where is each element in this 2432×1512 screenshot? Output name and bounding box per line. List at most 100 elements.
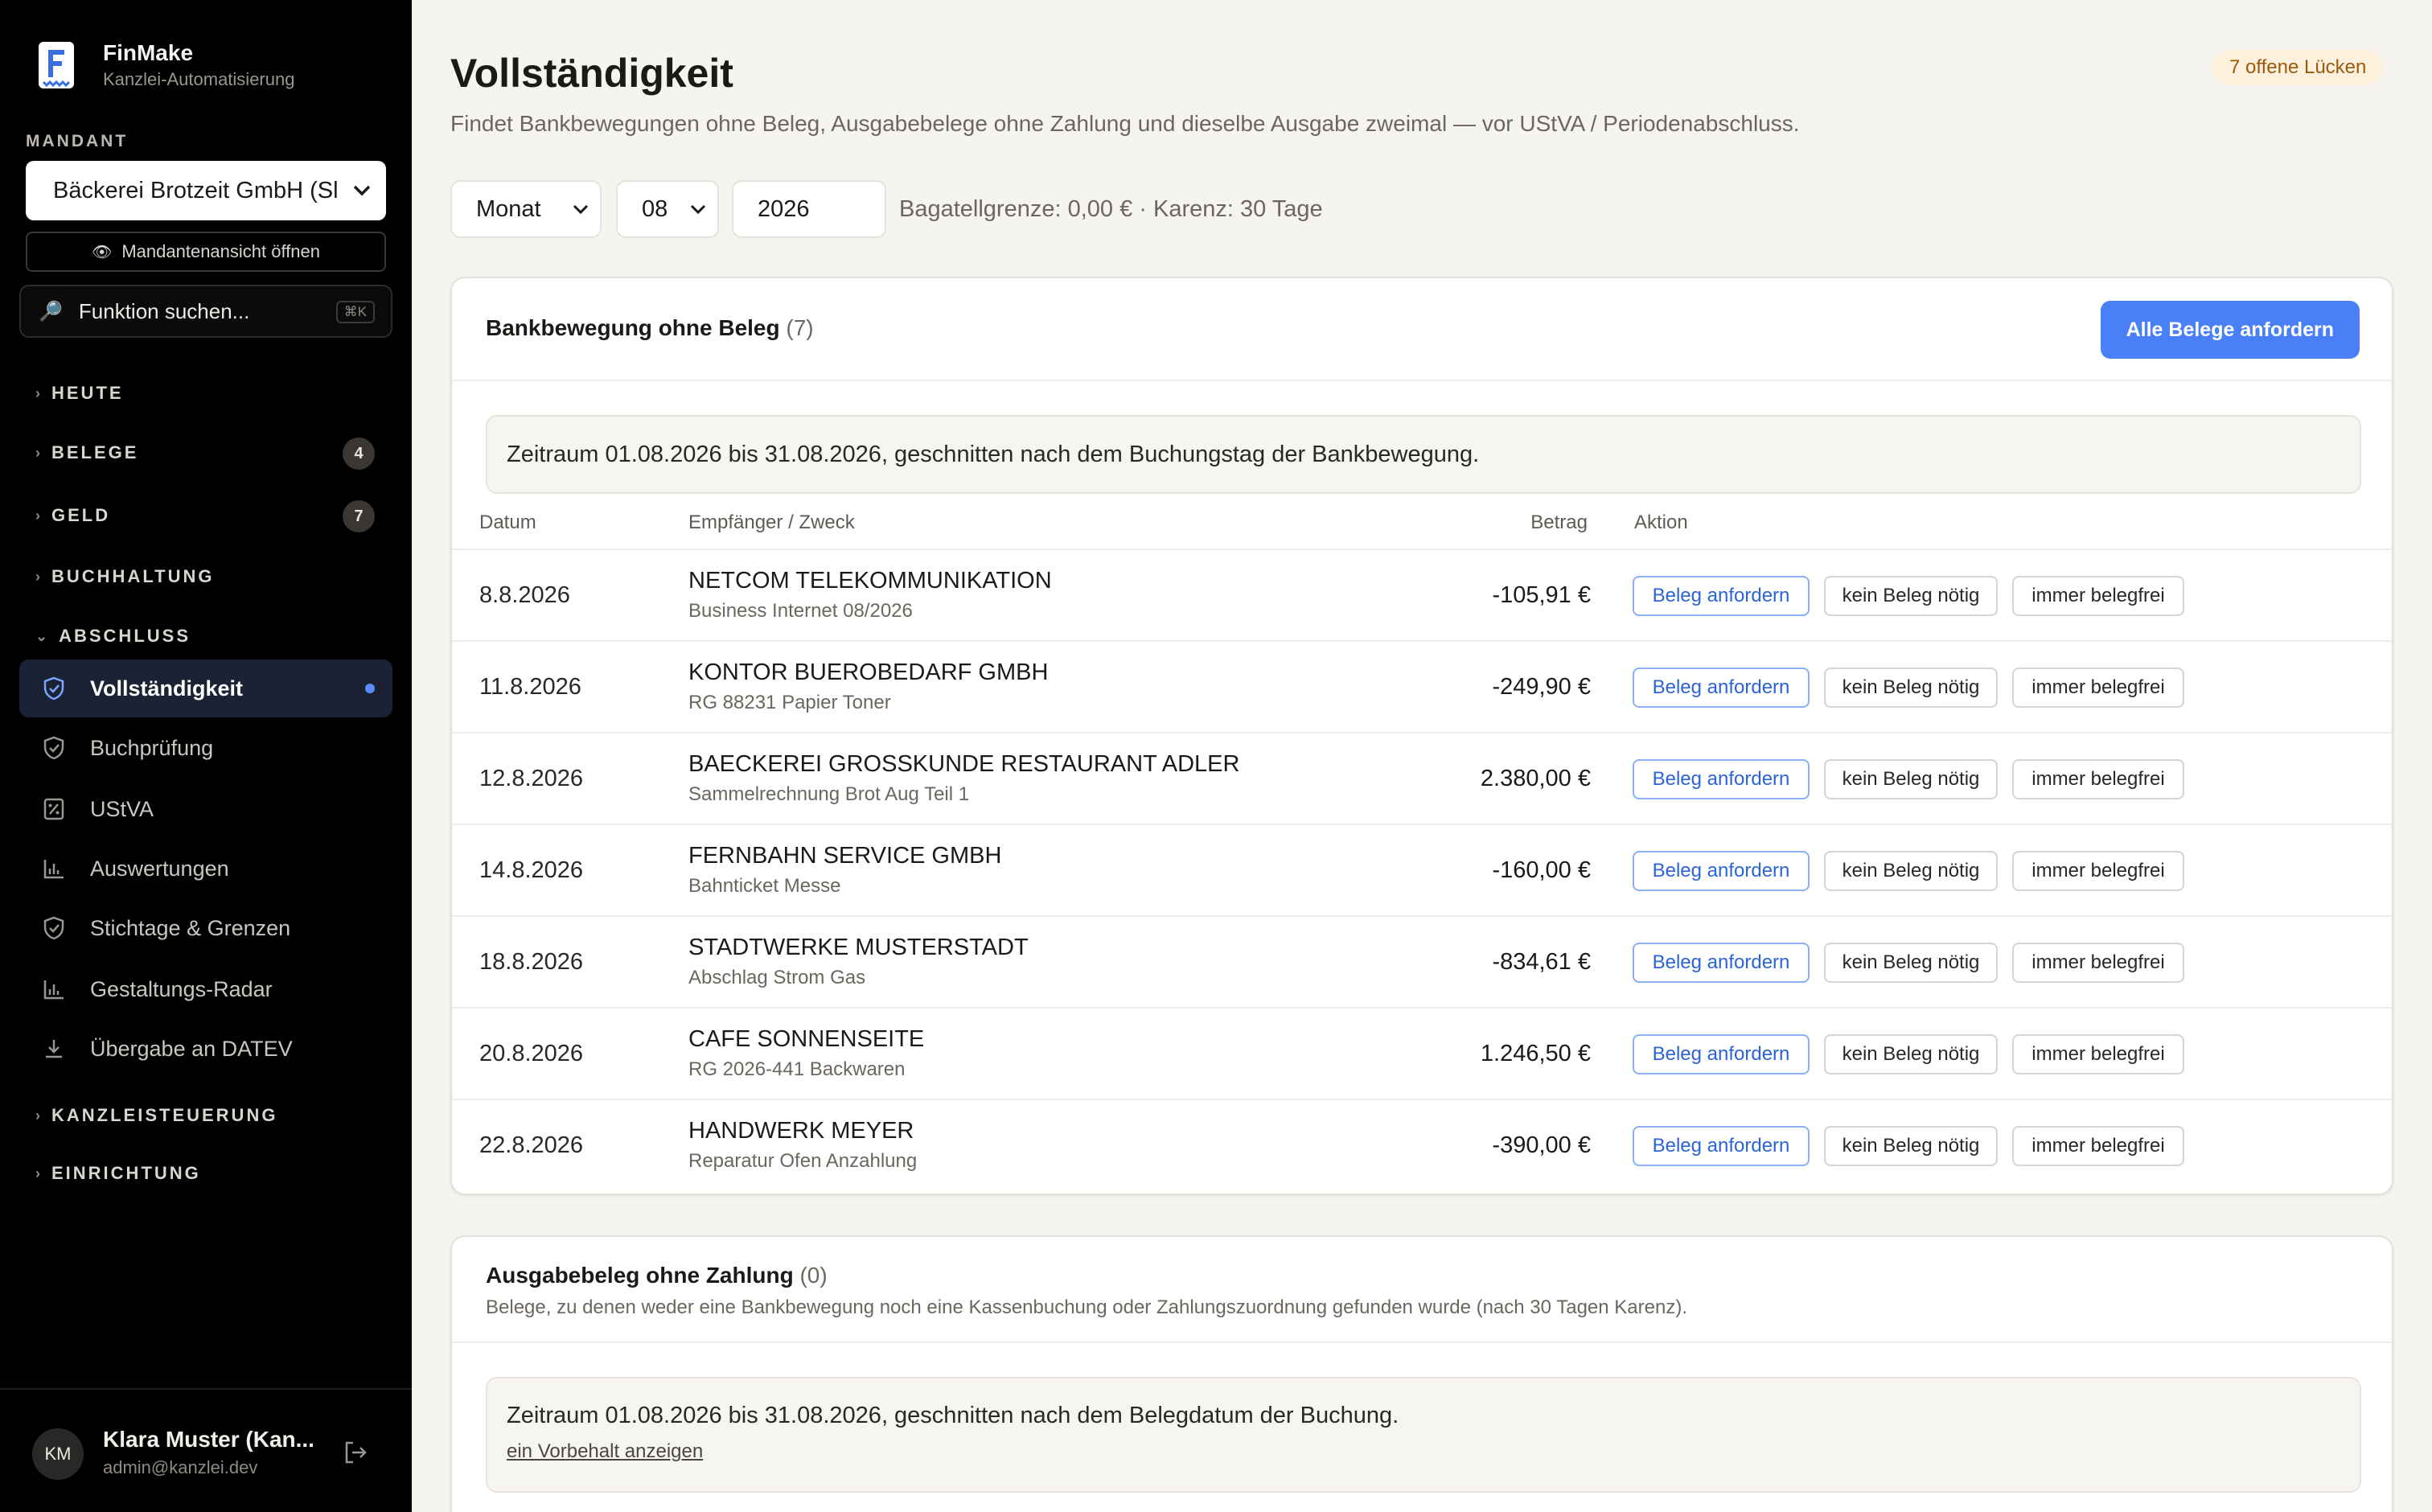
nav-item-stichtage[interactable]: Stichtage & Grenzen xyxy=(19,899,392,957)
user-name: Klara Muster (Kan... xyxy=(103,1427,314,1452)
nav-group-kanzleisteuerung[interactable]: › KANZLEISTEUERUNG xyxy=(35,1105,277,1126)
nav-group-label: GELD xyxy=(51,505,111,525)
open-mandant-view-button[interactable]: 👁 Mandantenansicht öffnen xyxy=(26,232,386,272)
chevron-down-icon xyxy=(346,161,378,220)
bar-chart-icon xyxy=(42,857,66,881)
nav-group-label: EINRICHTUNG xyxy=(51,1163,201,1183)
always-receipt-free-button[interactable]: immer belegfrei xyxy=(2012,851,2184,891)
year-input[interactable]: 2026 xyxy=(732,180,886,238)
row-purpose: Business Internet 08/2026 xyxy=(688,600,913,622)
always-receipt-free-button[interactable]: immer belegfrei xyxy=(2012,1126,2184,1166)
period-type-value: Monat xyxy=(476,195,541,222)
function-search-input[interactable]: 🔎 Funktion suchen... ⌘K xyxy=(19,285,392,338)
row-payee: KONTOR BUEROBEDARF GMBH xyxy=(688,659,1049,685)
request-receipt-button[interactable]: Beleg anfordern xyxy=(1633,668,1810,708)
request-receipt-button[interactable]: Beleg anfordern xyxy=(1633,576,1810,616)
row-date: 22.8.2026 xyxy=(479,1132,584,1158)
row-amount: 1.246,50 € xyxy=(1480,1041,1591,1066)
chevron-down-icon: ⌄ xyxy=(35,627,48,644)
percent-icon xyxy=(42,797,66,821)
brand-name: FinMake xyxy=(103,40,194,65)
row-purpose: RG 2026-441 Backwaren xyxy=(688,1058,906,1080)
month-select[interactable]: 08 xyxy=(616,180,719,238)
always-receipt-free-button[interactable]: immer belegfrei xyxy=(2012,759,2184,799)
row-payee: HANDWERK MEYER xyxy=(688,1118,914,1144)
nav-item-uebergabe-datev[interactable]: Übergabe an DATEV xyxy=(19,1020,392,1078)
request-receipt-button[interactable]: Beleg anfordern xyxy=(1633,759,1810,799)
always-receipt-free-button[interactable]: immer belegfrei xyxy=(2012,943,2184,983)
row-purpose: Reparatur Ofen Anzahlung xyxy=(688,1150,918,1172)
request-all-receipts-button[interactable]: Alle Belege anfordern xyxy=(2100,301,2360,359)
expense-without-payment-card: Ausgabebeleg ohne Zahlung (0) Belege, zu… xyxy=(450,1235,2393,1512)
always-receipt-free-button[interactable]: immer belegfrei xyxy=(2012,668,2184,708)
chevron-right-icon: › xyxy=(35,507,40,524)
nav-item-label: Stichtage & Grenzen xyxy=(90,915,291,940)
table-row: 8.8.2026 NETCOM TELEKOMMUNIKATION Business… xyxy=(452,549,2392,640)
row-date: 14.8.2026 xyxy=(479,857,584,883)
chevron-right-icon: › xyxy=(35,384,40,401)
row-purpose: Bahnticket Messe xyxy=(688,875,841,897)
nav-item-label: Gestaltungs-Radar xyxy=(90,976,273,1001)
logout-icon[interactable] xyxy=(341,1438,370,1467)
period-note: Zeitraum 01.08.2026 bis 31.08.2026, gesc… xyxy=(486,415,2361,494)
download-icon xyxy=(42,1037,66,1061)
always-receipt-free-button[interactable]: immer belegfrei xyxy=(2012,1034,2184,1074)
always-receipt-free-button[interactable]: immer belegfrei xyxy=(2012,576,2184,616)
avatar[interactable]: KM xyxy=(32,1428,84,1480)
no-receipt-needed-button[interactable]: kein Beleg nötig xyxy=(1824,851,1998,891)
no-receipt-needed-button[interactable]: kein Beleg nötig xyxy=(1824,668,1998,708)
nav-item-auswertungen[interactable]: Auswertungen xyxy=(19,840,392,898)
row-amount: -834,61 € xyxy=(1492,949,1591,975)
no-receipt-needed-button[interactable]: kein Beleg nötig xyxy=(1824,943,1998,983)
shield-check-icon xyxy=(42,736,66,760)
nav-group-einrichtung[interactable]: › EINRICHTUNG xyxy=(35,1163,201,1184)
column-header-date: Datum xyxy=(479,512,536,533)
period-type-select[interactable]: Monat xyxy=(450,180,602,238)
nav-item-ustva[interactable]: UStVA xyxy=(19,780,392,838)
active-indicator-dot xyxy=(365,684,375,693)
nav-item-label: Vollständigkeit xyxy=(90,676,244,701)
year-value: 2026 xyxy=(758,195,810,222)
table-row: 12.8.2026 BAECKEREI GROSSKUNDE RESTAURANT… xyxy=(452,732,2392,824)
no-receipt-needed-button[interactable]: kein Beleg nötig xyxy=(1824,1034,1998,1074)
column-header-action: Aktion xyxy=(1634,512,1688,533)
no-receipt-needed-button[interactable]: kein Beleg nötig xyxy=(1824,1126,1998,1166)
no-receipt-needed-button[interactable]: kein Beleg nötig xyxy=(1824,759,1998,799)
nav-group-label: BUCHHALTUNG xyxy=(51,566,215,586)
nav-group-label: ABSCHLUSS xyxy=(59,626,191,646)
no-receipt-needed-button[interactable]: kein Beleg nötig xyxy=(1824,576,1998,616)
nav-group-heute[interactable]: › HEUTE xyxy=(35,383,373,404)
card-description: Belege, zu denen weder eine Bankbewegung… xyxy=(486,1296,1687,1318)
request-receipt-button[interactable]: Beleg anfordern xyxy=(1633,943,1810,983)
nav-group-belege[interactable]: › BELEGE 4 xyxy=(35,438,375,470)
month-value: 08 xyxy=(642,195,668,222)
brand[interactable]: FinMake Kanzlei-Automatisierung xyxy=(37,39,294,92)
mandant-select[interactable]: Bäckerei Brotzeit GmbH (Sl xyxy=(26,161,386,220)
brand-subtitle: Kanzlei-Automatisierung xyxy=(103,69,295,89)
eye-icon: 👁 xyxy=(91,243,113,261)
nav-item-buchpruefung[interactable]: Buchprüfung xyxy=(19,719,392,777)
card-header: Bankbewegung ohne Beleg (7) Alle Belege … xyxy=(452,278,2392,381)
request-receipt-button[interactable]: Beleg anfordern xyxy=(1633,1034,1810,1074)
nav-group-buchhaltung[interactable]: › BUCHHALTUNG xyxy=(35,566,214,587)
nav-item-gestaltungs-radar[interactable]: Gestaltungs-Radar xyxy=(19,960,392,1018)
nav-item-vollstaendigkeit[interactable]: Vollständigkeit xyxy=(19,659,392,717)
chevron-right-icon: › xyxy=(35,1107,40,1124)
user-email: admin@kanzlei.dev xyxy=(103,1457,258,1477)
table-row: 20.8.2026 CAFE SONNENSEITE RG 2026-441 Bac… xyxy=(452,1007,2392,1099)
nav-group-abschluss[interactable]: ⌄ ABSCHLUSS xyxy=(35,626,191,647)
nav-group-label: BELEGE xyxy=(51,442,139,462)
card-count: (0) xyxy=(799,1263,828,1288)
mandant-label: MANDANT xyxy=(26,132,129,150)
row-amount: 2.380,00 € xyxy=(1480,766,1591,791)
request-receipt-button[interactable]: Beleg anfordern xyxy=(1633,1126,1810,1166)
shortcut-hint: ⌘K xyxy=(335,301,375,323)
row-date: 18.8.2026 xyxy=(479,949,584,975)
card-title-text: Bankbewegung ohne Beleg xyxy=(486,315,780,340)
show-caveat-link[interactable]: ein Vorbehalt anzeigen xyxy=(507,1440,2360,1463)
nav-group-geld[interactable]: › GELD 7 xyxy=(35,500,375,532)
card-header: Ausgabebeleg ohne Zahlung (0) Belege, zu… xyxy=(452,1237,2392,1343)
search-icon: 🔎 xyxy=(39,300,63,323)
open-mandant-view-label: Mandantenansicht öffnen xyxy=(121,241,321,261)
request-receipt-button[interactable]: Beleg anfordern xyxy=(1633,851,1810,891)
